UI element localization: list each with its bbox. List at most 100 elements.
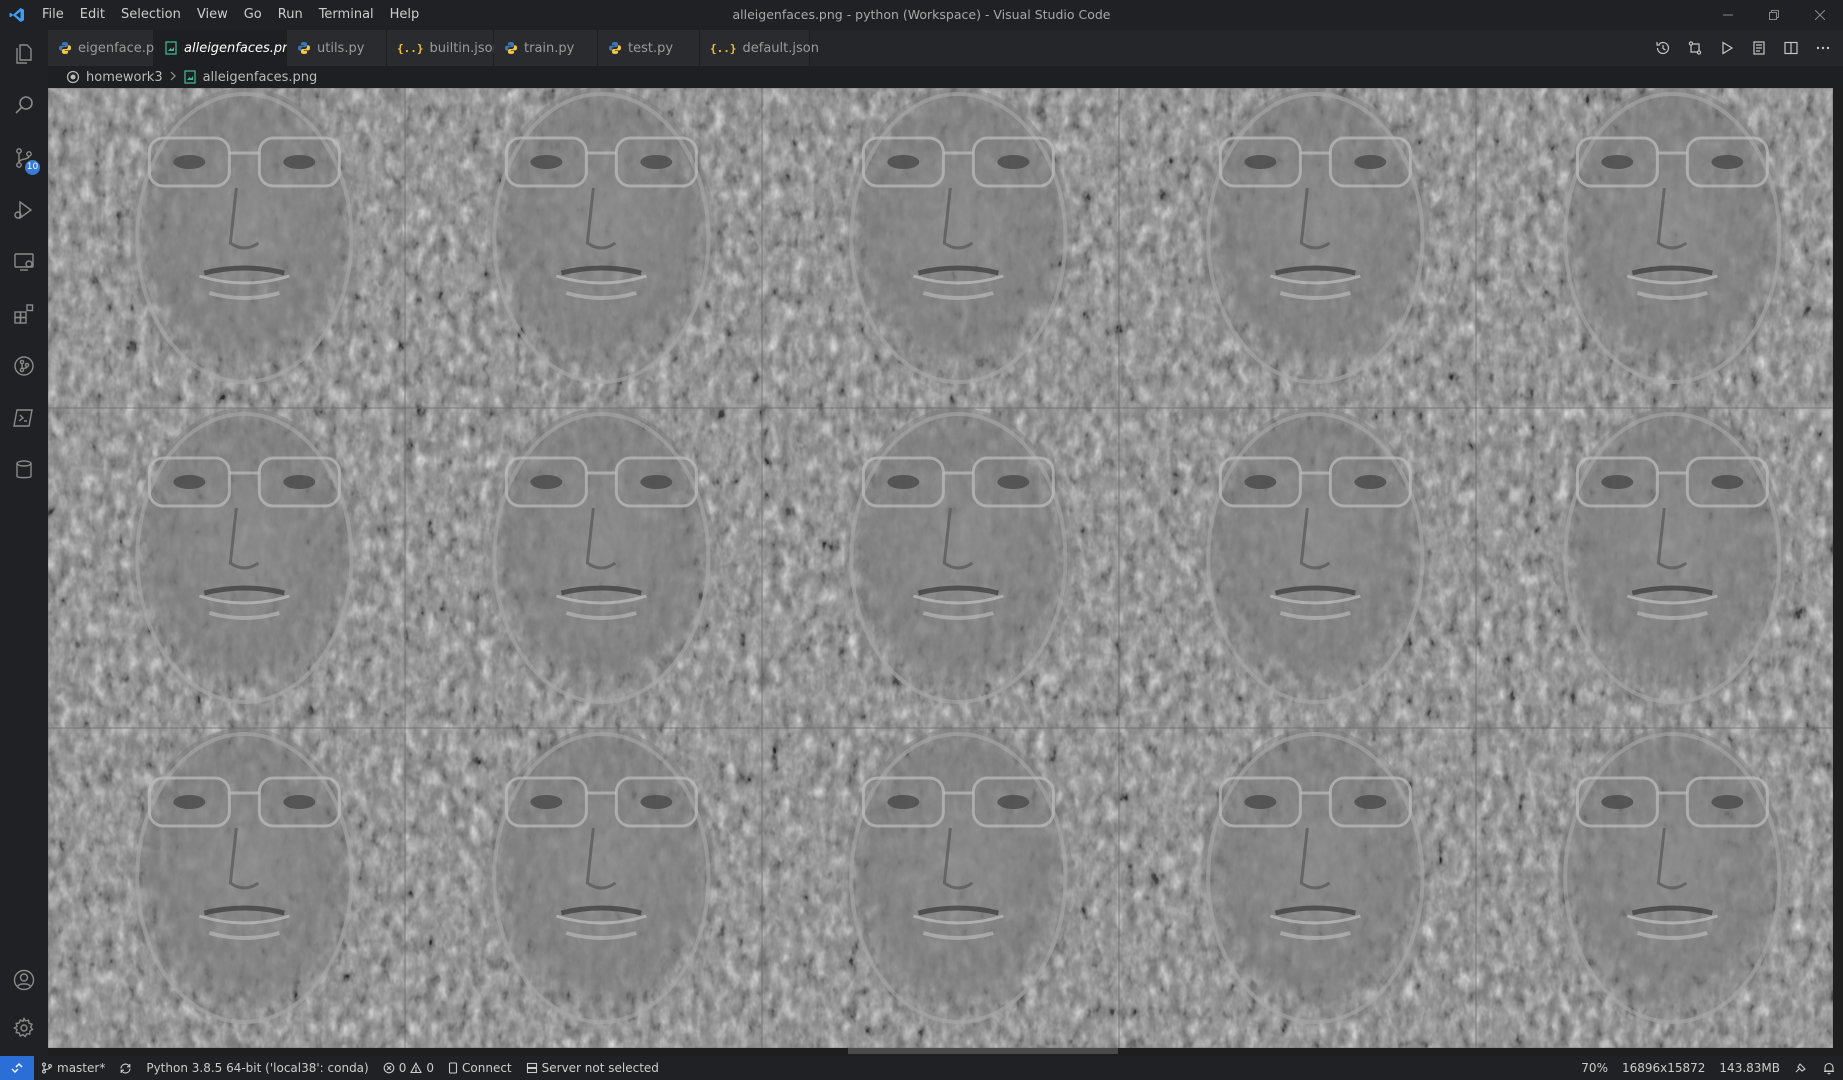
json-icon-glyph: {..}: [397, 41, 424, 55]
zoom-label: 70%: [1581, 1061, 1608, 1075]
server-label: Server not selected: [541, 1061, 659, 1075]
eigenface-tile: [1201, 88, 1430, 389]
server-icon: [526, 1062, 537, 1074]
menu-view[interactable]: View: [189, 0, 236, 30]
sync-icon: [120, 1063, 131, 1073]
warning-icon: [410, 1062, 423, 1074]
menu-file[interactable]: File: [34, 0, 72, 30]
search-icon[interactable]: [0, 82, 48, 130]
python-icon: [297, 41, 311, 55]
breadcrumb-folder[interactable]: homework3: [66, 70, 163, 85]
account-icon[interactable]: [0, 956, 48, 1004]
tab-alleigenfaces-png[interactable]: alleigenfaces.png×: [154, 30, 320, 66]
json-icon: {..}: [397, 42, 424, 55]
connect-status[interactable]: Connect: [441, 1056, 519, 1080]
source-control-badge: 10: [25, 160, 40, 175]
menu-edit[interactable]: Edit: [72, 0, 113, 30]
split-editor-icon[interactable]: [1777, 34, 1805, 62]
tab-label: builtin.json: [429, 40, 501, 56]
interpreter-label: Python 3.8.5 64-bit ('local38': conda): [146, 1061, 369, 1075]
python-interpreter-status[interactable]: Python 3.8.5 64-bit ('local38': conda): [139, 1056, 375, 1080]
tab-label: alleigenfaces.png: [184, 40, 299, 56]
eigenface-tile: [844, 407, 1073, 709]
git-branch-icon: [42, 1062, 52, 1074]
tab-utils-py[interactable]: utils.py: [287, 30, 387, 66]
git-graph-icon[interactable]: [0, 342, 48, 390]
tab-label: test.py: [628, 40, 674, 56]
more-actions-icon[interactable]: [1809, 34, 1837, 62]
run-file-icon[interactable]: [1713, 34, 1741, 62]
window-controls: [1705, 0, 1843, 30]
error-count: 0: [398, 1061, 407, 1075]
jupyter-server-status[interactable]: Server not selected: [519, 1056, 666, 1080]
notifications-bell-icon[interactable]: [1815, 1056, 1843, 1080]
open-preview-icon[interactable]: [1745, 34, 1773, 62]
image-viewer[interactable]: [48, 88, 1843, 1056]
activity-bar: 10: [0, 30, 48, 1056]
git-branch-status[interactable]: master*: [34, 1056, 112, 1080]
settings-gear-icon[interactable]: [0, 1004, 48, 1052]
minimize-icon[interactable]: [1705, 0, 1751, 30]
remote-explorer-icon[interactable]: [0, 238, 48, 286]
close-window-icon[interactable]: [1797, 0, 1843, 30]
python-icon: [58, 41, 72, 55]
timeline-history-icon[interactable]: [1649, 34, 1677, 62]
source-control-icon[interactable]: 10: [0, 134, 48, 182]
image-size-status: 143.83MB: [1712, 1056, 1787, 1080]
eigenface-tile: [1201, 727, 1430, 1029]
compare-changes-icon[interactable]: [1681, 34, 1709, 62]
title-bar: File Edit Selection View Go Run Terminal Help a…: [0, 0, 1843, 30]
tab-label: eigenface.py: [78, 40, 162, 56]
restore-icon[interactable]: [1751, 0, 1797, 30]
warning-count: 0: [426, 1061, 435, 1075]
eigenface-tile: [844, 88, 1073, 389]
breadcrumb-file[interactable]: alleigenfaces.png: [183, 70, 317, 85]
dimensions-label: 16896x15872: [1621, 1061, 1706, 1075]
image-dimensions-status: 16896x15872: [1615, 1056, 1712, 1080]
terminal-icon[interactable]: [0, 394, 48, 442]
tab-train-py[interactable]: train.py: [494, 30, 598, 66]
run-debug-icon[interactable]: [0, 186, 48, 234]
eigenfaces-image[interactable]: [48, 88, 1833, 1048]
status-bar-right: 70% 16896x15872 143.83MB: [1574, 1056, 1843, 1080]
breadcrumb: homework3 alleigenfaces.png: [48, 66, 1843, 88]
editor-actions: [1649, 30, 1837, 66]
menu-terminal[interactable]: Terminal: [311, 0, 382, 30]
problems-status[interactable]: 0 0: [376, 1056, 441, 1080]
size-label: 143.83MB: [1719, 1061, 1780, 1075]
eigenface-tile: [487, 407, 716, 709]
eigenface-tile: [1558, 727, 1787, 1029]
status-bar: master* Python 3.8.5 64-bit ('local38': …: [0, 1056, 1843, 1080]
eigenface-tile: [130, 88, 359, 389]
menu-bar: File Edit Selection View Go Run Terminal Help: [34, 0, 427, 30]
eigenface-tile: [487, 88, 716, 389]
database-icon[interactable]: [0, 446, 48, 494]
branch-label: master*: [57, 1061, 106, 1075]
sync-status[interactable]: [112, 1056, 139, 1080]
tab-builtin-json[interactable]: {..} builtin.json: [387, 30, 501, 66]
tab-test-py[interactable]: test.py: [598, 30, 700, 66]
root-folder-icon: [66, 70, 80, 84]
remote-indicator-icon[interactable]: [0, 1056, 34, 1080]
menu-selection[interactable]: Selection: [113, 0, 189, 30]
explorer-icon[interactable]: [0, 30, 48, 78]
vscode-logo-icon: [0, 0, 34, 30]
eigenface-tile: [1558, 407, 1787, 709]
editor-tab-bar: eigenface.pyalleigenfaces.png×utils.py {.…: [48, 30, 1843, 66]
zoom-status[interactable]: 70%: [1574, 1056, 1615, 1080]
feedback-icon[interactable]: [1787, 1056, 1815, 1080]
tab-eigenface-py[interactable]: eigenface.py: [48, 30, 162, 66]
menu-help[interactable]: Help: [382, 0, 428, 30]
json-icon-glyph: {..}: [710, 41, 737, 55]
python-icon: [608, 41, 622, 55]
eigenface-tile: [1558, 88, 1787, 389]
menu-go[interactable]: Go: [236, 0, 270, 30]
tab-label: utils.py: [317, 40, 365, 56]
eigenface-tile: [130, 727, 359, 1029]
tab-label: default.json: [742, 40, 819, 56]
menu-run[interactable]: Run: [270, 0, 311, 30]
vertical-scrollbar[interactable]: [1833, 88, 1843, 1048]
horizontal-scrollbar-thumb[interactable]: [848, 1048, 1118, 1054]
extensions-icon[interactable]: [0, 290, 48, 338]
tab-default-json[interactable]: {..} default.json: [700, 30, 819, 66]
